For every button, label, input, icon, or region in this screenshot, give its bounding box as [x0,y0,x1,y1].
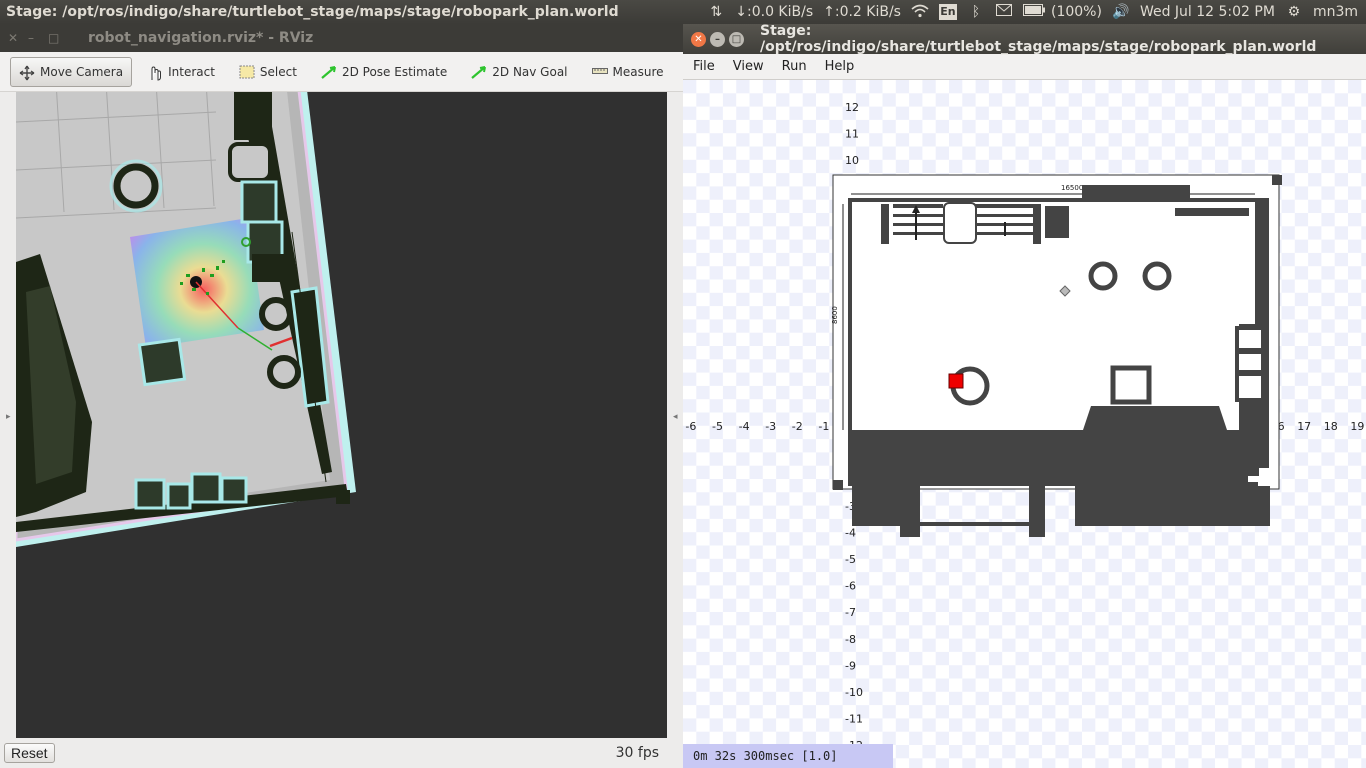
x-tick-label: -6 [685,420,696,433]
y-tick-label: -9 [845,659,856,672]
menu-file[interactable]: File [693,59,715,74]
network-transfer-icon[interactable]: ⇅ [707,4,725,20]
close-icon[interactable]: ✕ [8,31,20,45]
y-tick-label: -11 [845,713,863,726]
expand-left-icon[interactable]: ▸ [6,412,11,422]
net-up-text: ↑:0.2 KiB/s [823,4,901,20]
stage-menubar: File View Run Help [683,54,1366,80]
move-camera-tool[interactable]: Move Camera [10,56,133,87]
select-icon [239,65,255,79]
rviz-3d-viewport[interactable] [16,92,667,738]
stage-status-bar: 0m 32s 300msec [1.0] [683,744,893,768]
rviz-titlebar: ✕ – □ robot_navigation.rviz* - RViz [0,24,683,52]
y-tick-label: 10 [845,154,859,167]
green-arrow-icon [471,65,487,79]
y-tick-label: -8 [845,633,856,646]
y-tick-label: 12 [845,101,859,114]
net-down-text: ↓:0.0 KiB/s [735,4,814,20]
minimize-icon[interactable]: – [710,31,725,47]
rviz-window: ✕ – □ robot_navigation.rviz* - RViz Move… [0,24,723,768]
x-tick-label: -3 [765,420,776,433]
battery-icon[interactable] [1022,4,1045,20]
robot-stage-marker [948,373,964,389]
menu-view[interactable]: View [733,59,764,74]
expand-right-icon[interactable]: ◂ [673,412,678,422]
measure-tool[interactable]: Measure [583,57,673,87]
y-tick-label: -6 [845,580,856,593]
gear-icon[interactable]: ⚙ [1285,4,1303,20]
maximize-icon[interactable]: □ [729,31,744,47]
y-tick-label: -5 [845,553,856,566]
y-tick-label: 11 [845,127,859,140]
tool-label: Select [259,64,297,79]
user-name[interactable]: mn3m [1313,4,1358,20]
fps-label: 30 fps [615,745,659,761]
close-icon[interactable]: ✕ [691,31,706,47]
menu-help[interactable]: Help [825,59,855,74]
x-tick-label: -5 [712,420,723,433]
volume-icon[interactable]: 🔊 [1112,4,1130,20]
stage-world-view[interactable]: -6-5-4-3-2-10123456789101112131415161718… [683,80,1366,768]
stage-window-title: Stage: /opt/ros/indigo/share/turtlebot_s… [760,23,1317,55]
stage-window: ✕ – □ Stage: /opt/ros/indigo/share/turtl… [683,23,1366,768]
rviz-window-title: robot_navigation.rviz* - RViz [88,30,314,46]
dim-top-label: 16500 [1061,184,1083,192]
keyboard-icon[interactable]: En [938,4,957,20]
clock[interactable]: Wed Jul 12 5:02 PM [1140,4,1275,20]
tool-label: 2D Nav Goal [492,64,568,79]
battery-percent: (100%) [1050,4,1102,20]
left-dock-handle[interactable]: ▸ [0,92,16,738]
bluetooth-icon[interactable]: ᛒ [967,4,985,20]
green-arrow-icon [321,65,337,79]
mail-icon[interactable] [995,4,1013,20]
maximize-icon[interactable]: □ [48,31,60,45]
tool-label: Move Camera [40,64,124,79]
tool-label: Interact [168,64,215,79]
x-tick-label: -1 [818,420,829,433]
dim-left-label: 8600 [831,306,839,324]
hand-icon [147,65,163,81]
x-tick-label: 19 [1350,420,1364,433]
x-tick-label: 17 [1297,420,1311,433]
move-camera-icon [19,65,35,80]
top-panel: Stage: /opt/ros/indigo/share/turtlebot_s… [0,0,1366,24]
select-tool[interactable]: Select [230,57,306,87]
tool-label: 2D Pose Estimate [341,64,448,79]
interact-tool[interactable]: Interact [138,57,224,87]
right-dock-handle[interactable]: ◂ [667,92,683,738]
reset-button[interactable]: Reset [4,743,55,763]
y-tick-label: -4 [845,526,856,539]
y-tick-label: -7 [845,606,856,619]
x-tick-label: -2 [792,420,803,433]
ruler-icon [591,65,608,79]
system-tray: ⇅ ↓:0.0 KiB/s ↑:0.2 KiB/s En ᛒ (100%) 🔊 … [707,4,1366,20]
y-tick-label: -10 [845,686,863,699]
menu-run[interactable]: Run [782,59,807,74]
minimize-icon[interactable]: – [28,31,40,45]
x-tick-label: 18 [1324,420,1338,433]
wifi-icon[interactable] [911,4,929,20]
rviz-statusbar: Reset 30 fps [0,738,683,768]
tool-label: Measure [612,64,664,79]
rviz-toolbar: Move Camera Interact Select 2D Pose Esti… [0,52,723,92]
stage-titlebar: ✕ – □ Stage: /opt/ros/indigo/share/turtl… [683,23,1366,55]
x-tick-label: -4 [739,420,750,433]
active-window-title: Stage: /opt/ros/indigo/share/turtlebot_s… [6,4,619,20]
nav-goal-tool[interactable]: 2D Nav Goal [462,57,576,87]
pose-estimate-tool[interactable]: 2D Pose Estimate [312,57,456,87]
